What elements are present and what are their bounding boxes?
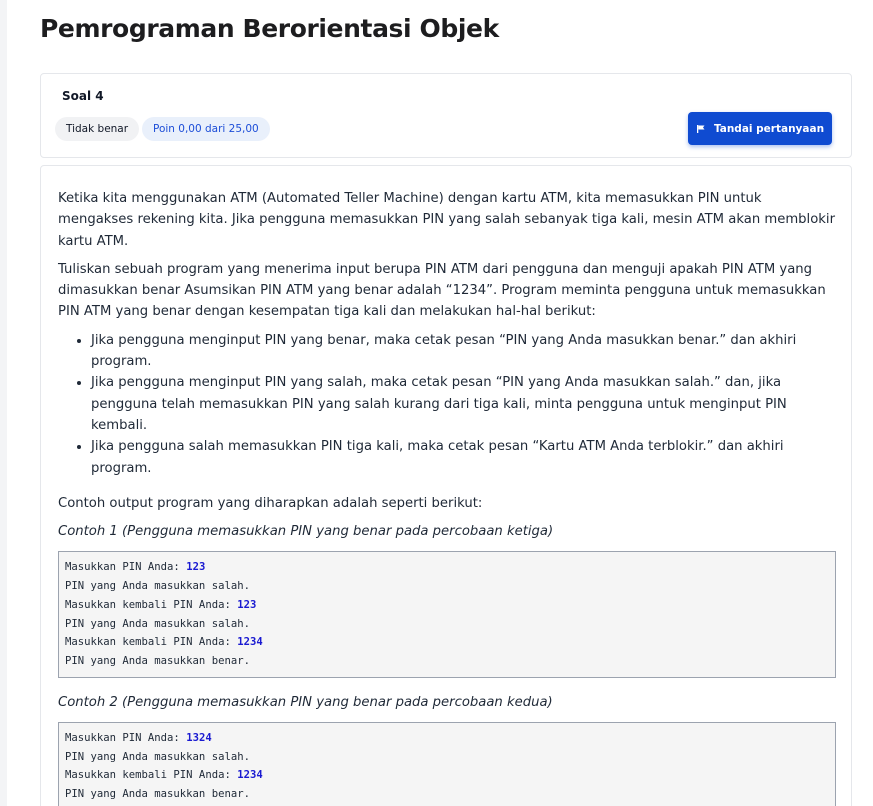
page-title: Pemrograman Berorientasi Objek <box>40 14 499 43</box>
requirements-list: Jika pengguna menginput PIN yang benar, … <box>58 330 836 479</box>
example-2-code: Masukkan PIN Anda: 1324 PIN yang Anda ma… <box>58 721 836 806</box>
example-1-label: Contoh 1 (Pengguna memasukkan PIN yang b… <box>58 524 554 540</box>
code-line: Masukkan kembali PIN Anda: 1234 <box>65 636 263 649</box>
code-line: PIN yang Anda masukkan salah. <box>65 617 250 630</box>
left-rail <box>0 0 7 806</box>
code-line: Masukkan kembali PIN Anda: 1234 <box>65 769 263 782</box>
code-line: PIN yang Anda masukkan benar. <box>65 654 250 667</box>
points-badge: Poin 0,00 dari 25,00 <box>142 117 270 141</box>
question-info-card: Soal 4 Tidak benar Poin 0,00 dari 25,00 … <box>40 73 852 158</box>
task-paragraph: Tuliskan sebuah program yang menerima in… <box>58 261 826 320</box>
code-input: 123 <box>237 598 257 611</box>
question-number: Soal 4 <box>62 89 104 103</box>
code-line: Masukkan PIN Anda: 1324 <box>65 731 212 744</box>
flag-button-label: Tandai pertanyaan <box>713 122 825 135</box>
intro-paragraph: Ketika kita menggunakan ATM (Automated T… <box>58 191 836 249</box>
list-item: Jika pengguna salah memasukkan PIN tiga … <box>91 436 836 479</box>
code-line: Masukkan kembali PIN Anda: 123 <box>65 598 257 611</box>
flag-question-button[interactable]: Tandai pertanyaan <box>688 112 832 145</box>
example-2-label: Contoh 2 (Pengguna memasukkan PIN yang b… <box>58 694 553 710</box>
code-line: PIN yang Anda masukkan benar. <box>65 788 250 801</box>
output-intro: Contoh output program yang diharapkan ad… <box>58 495 483 511</box>
code-line: PIN yang Anda masukkan salah. <box>65 580 250 593</box>
example-1-code: Masukkan PIN Anda: 123 PIN yang Anda mas… <box>58 551 836 678</box>
code-input: 1234 <box>237 769 263 782</box>
code-line: PIN yang Anda masukkan salah. <box>65 750 250 763</box>
list-item: Jika pengguna menginput PIN yang benar, … <box>91 330 836 373</box>
code-input: 1324 <box>186 731 212 744</box>
code-input: 1234 <box>237 636 263 649</box>
question-text-card: Ketika kita menggunakan ATM (Automated T… <box>40 165 852 806</box>
status-badge: Tidak benar <box>55 117 140 141</box>
code-input: 123 <box>186 561 206 574</box>
code-line: Masukkan PIN Anda: 123 <box>65 561 206 574</box>
question-text: Ketika kita menggunakan ATM (Automated T… <box>58 188 836 806</box>
list-item: Jika pengguna menginput PIN yang salah, … <box>91 372 836 436</box>
flag-icon <box>696 124 706 134</box>
